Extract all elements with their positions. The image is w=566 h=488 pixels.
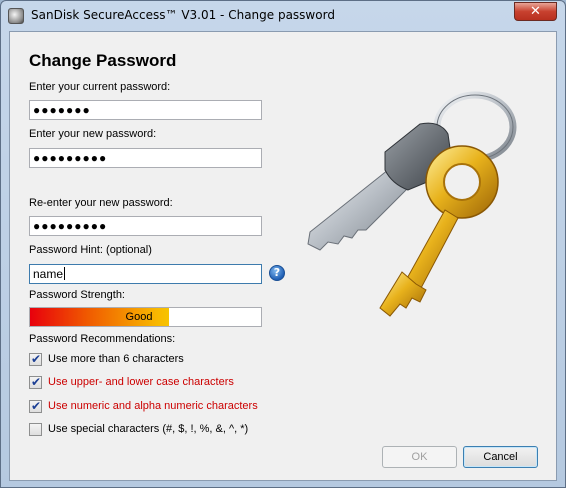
checkmark-icon: ✔ — [31, 375, 42, 389]
app-icon — [8, 8, 24, 24]
reenter-password-label: Re-enter your new password: — [29, 197, 173, 209]
window-title: SanDisk SecureAccess™ V3.01 - Change pas… — [31, 8, 335, 22]
checkbox[interactable] — [29, 423, 42, 436]
title-bar[interactable]: SanDisk SecureAccess™ V3.01 - Change pas… — [1, 1, 565, 31]
password-strength-label: Password Strength: — [29, 289, 125, 301]
new-password-label: Enter your new password: — [29, 128, 157, 140]
checkbox[interactable]: ✔ — [29, 352, 42, 366]
ok-button[interactable]: OK — [382, 446, 457, 468]
recommendation-text: Use numeric and alpha numeric characters — [48, 400, 258, 412]
password-hint-label: Password Hint: (optional) — [29, 244, 152, 256]
cancel-button[interactable]: Cancel — [463, 446, 538, 468]
text-caret — [64, 267, 66, 280]
dialog-body: Change Password Enter your current passw… — [9, 31, 557, 481]
password-strength-text: Good — [125, 311, 153, 323]
recommendation-text: Use upper- and lower case characters — [48, 376, 234, 388]
new-password-field[interactable]: ●●●●●●●●● — [29, 148, 262, 168]
checkbox[interactable]: ✔ — [29, 399, 42, 413]
password-strength-meter: Good — [29, 307, 262, 327]
password-hint-value: name — [33, 267, 64, 281]
recommendation-text: Use special characters (#, $, !, %, &, ^… — [48, 423, 249, 435]
keys-illustration — [307, 91, 517, 317]
close-button[interactable]: ✕ — [514, 2, 557, 21]
gold-key-shaft — [404, 209, 459, 291]
checkbox[interactable]: ✔ — [29, 375, 42, 389]
current-password-field[interactable]: ●●●●●●● — [29, 100, 262, 120]
recommendations-label: Password Recommendations: — [29, 333, 176, 345]
change-password-window: SanDisk SecureAccess™ V3.01 - Change pas… — [0, 0, 566, 488]
current-password-label: Enter your current password: — [29, 81, 171, 93]
page-title: Change Password — [29, 51, 177, 70]
reenter-password-field[interactable]: ●●●●●●●●● — [29, 216, 262, 236]
checkmark-icon: ✔ — [31, 352, 42, 366]
recommendation-text: Use more than 6 characters — [48, 353, 184, 365]
password-hint-field[interactable]: name — [29, 264, 262, 284]
checkmark-icon: ✔ — [31, 399, 42, 413]
